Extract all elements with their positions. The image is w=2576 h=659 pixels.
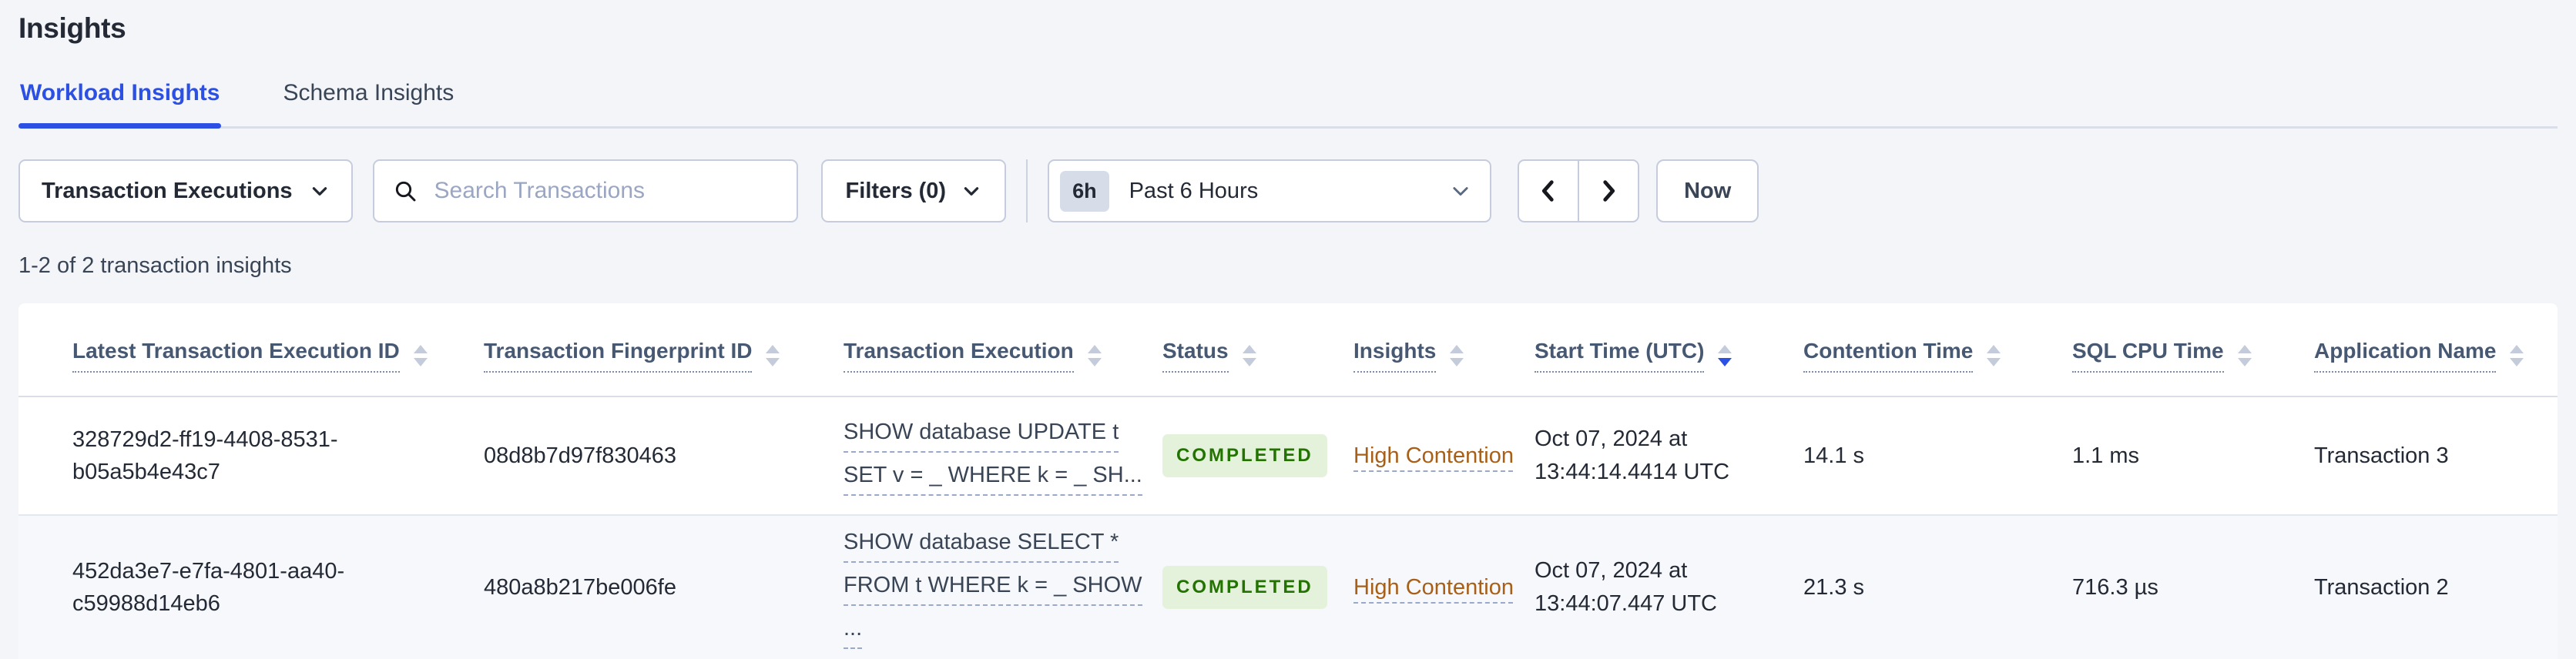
sort-asc-icon (413, 345, 428, 353)
sort-arrows-icon[interactable] (2237, 345, 2252, 366)
column-header-status[interactable]: Status (1162, 303, 1353, 397)
sort-asc-icon (2237, 345, 2252, 353)
cell-fingerprint-id: 480a8b217be006fe (484, 515, 844, 659)
column-header-transaction-fingerprint-id[interactable]: Transaction Fingerprint ID (484, 303, 844, 397)
table-row: 452da3e7-e7fa-4801-aa40-c59988d14eb6 480… (18, 515, 2558, 659)
sort-arrows-icon[interactable] (766, 345, 780, 366)
column-header-insights[interactable]: Insights (1353, 303, 1535, 397)
cell-insights: High Contention (1353, 515, 1535, 659)
cell-transaction-execution: SHOW database UPDATE t SET v = _ WHERE k… (844, 396, 1162, 516)
cell-start-time: Oct 07, 2024 at 13:44:14.4414 UTC (1535, 396, 1803, 516)
cell-execution-id: 328729d2-ff19-4408-8531-b05a5b4e43c7 (18, 396, 484, 516)
filters-button-label: Filters (0) (845, 178, 947, 203)
sort-asc-icon (1987, 345, 2001, 353)
high-contention-link[interactable]: High Contention (1353, 575, 1514, 600)
sort-arrows-icon[interactable] (413, 345, 428, 366)
filters-button[interactable]: Filters (0) (820, 159, 1007, 222)
sort-asc-icon (1718, 345, 1732, 353)
cell-contention-time: 21.3 s (1803, 515, 2072, 659)
toolbar: Transaction Executions Filters (0) 6h Pa… (18, 159, 2558, 222)
column-header-latest-transaction-execution-id[interactable]: Latest Transaction Execution ID (18, 303, 484, 397)
sort-desc-icon (1987, 358, 2001, 366)
table-header-row: Latest Transaction Execution ID Transact… (18, 303, 2558, 397)
toolbar-divider (1026, 159, 1028, 222)
sort-desc-icon (766, 358, 780, 366)
tab-schema-insights[interactable]: Schema Insights (281, 80, 455, 126)
sort-desc-icon (2510, 358, 2524, 366)
transaction-execution-link[interactable]: SHOW database SELECT * (844, 526, 1119, 563)
chevron-down-icon (312, 187, 327, 196)
high-contention-link[interactable]: High Contention (1353, 443, 1514, 468)
transaction-execution-link[interactable]: ... (844, 612, 863, 650)
page-title: Insights (18, 12, 126, 44)
now-button[interactable]: Now (1656, 159, 1759, 222)
cell-contention-time: 14.1 s (1803, 396, 2072, 516)
chevron-left-icon (1542, 180, 1554, 202)
cell-application-name: Transaction 3 (2314, 396, 2558, 516)
status-badge: COMPLETED (1162, 565, 1327, 610)
time-range-badge: 6h (1060, 170, 1109, 212)
cell-execution-id: 452da3e7-e7fa-4801-aa40-c59988d14eb6 (18, 515, 484, 659)
sort-desc-icon (2237, 358, 2252, 366)
sort-asc-icon (1087, 345, 1102, 353)
sort-arrows-icon[interactable] (1987, 345, 2001, 366)
column-header-transaction-execution[interactable]: Transaction Execution (844, 303, 1162, 397)
transaction-execution-link[interactable]: SET v = _ WHERE k = _ SH... (844, 459, 1142, 497)
time-range-label: Past 6 Hours (1129, 178, 1259, 203)
search-icon (395, 181, 416, 202)
time-range-picker[interactable]: 6h Past 6 Hours (1048, 159, 1492, 222)
cell-transaction-execution: SHOW database SELECT * FROM t WHERE k = … (844, 515, 1162, 659)
cell-insights: High Contention (1353, 396, 1535, 516)
time-range-pager (1518, 159, 1640, 222)
transaction-execution-link[interactable]: FROM t WHERE k = _ SHOW (844, 569, 1142, 607)
execution-type-select[interactable]: Transaction Executions (18, 159, 353, 222)
sort-asc-icon (1450, 345, 1464, 353)
insights-page: Insights Workload Insights Schema Insigh… (0, 0, 2576, 659)
sort-arrows-icon[interactable] (1242, 345, 1256, 366)
tabs: Workload Insights Schema Insights (18, 80, 2558, 129)
next-time-range-button[interactable] (1579, 161, 1638, 221)
transaction-execution-link[interactable]: SHOW database UPDATE t (844, 416, 1119, 453)
cell-start-time: Oct 07, 2024 at 13:44:07.447 UTC (1535, 515, 1803, 659)
sort-arrows-icon[interactable] (1450, 345, 1464, 366)
cell-sql-cpu-time: 716.3 µs (2072, 515, 2314, 659)
sort-desc-icon (1718, 358, 1732, 366)
cell-application-name: Transaction 2 (2314, 515, 2558, 659)
execution-type-select-label: Transaction Executions (42, 178, 293, 203)
sort-arrows-icon[interactable] (1718, 345, 1732, 366)
sort-asc-icon (766, 345, 780, 353)
chevron-right-icon (1603, 180, 1615, 202)
sort-desc-icon (1450, 358, 1464, 366)
sort-arrows-icon[interactable] (1087, 345, 1102, 366)
column-header-contention-time[interactable]: Contention Time (1803, 303, 2072, 397)
insights-table: Latest Transaction Execution ID Transact… (18, 303, 2558, 659)
column-header-start-time[interactable]: Start Time (UTC) (1535, 303, 1803, 397)
sort-arrows-icon[interactable] (2510, 345, 2524, 366)
column-header-application-name[interactable]: Application Name (2314, 303, 2558, 397)
search-input[interactable] (432, 177, 778, 205)
sort-desc-icon (1242, 358, 1256, 366)
chevron-down-icon (1453, 187, 1468, 196)
results-count: 1-2 of 2 transaction insights (18, 253, 292, 278)
cell-fingerprint-id: 08d8b7d97f830463 (484, 396, 844, 516)
column-header-sql-cpu-time[interactable]: SQL CPU Time (2072, 303, 2314, 397)
tab-workload-insights[interactable]: Workload Insights (18, 80, 222, 129)
insights-table-card: Latest Transaction Execution ID Transact… (18, 303, 2558, 659)
sort-asc-icon (1242, 345, 1256, 353)
sort-desc-icon (1087, 358, 1102, 366)
cell-sql-cpu-time: 1.1 ms (2072, 396, 2314, 516)
table-row: 328729d2-ff19-4408-8531-b05a5b4e43c7 08d… (18, 396, 2558, 516)
previous-time-range-button[interactable] (1519, 161, 1580, 221)
cell-status: COMPLETED (1162, 515, 1353, 659)
status-badge: COMPLETED (1162, 433, 1327, 478)
sort-asc-icon (2510, 345, 2524, 353)
cell-status: COMPLETED (1162, 396, 1353, 516)
search-box[interactable] (372, 159, 798, 222)
sort-desc-icon (413, 358, 428, 366)
chevron-down-icon (964, 187, 979, 196)
